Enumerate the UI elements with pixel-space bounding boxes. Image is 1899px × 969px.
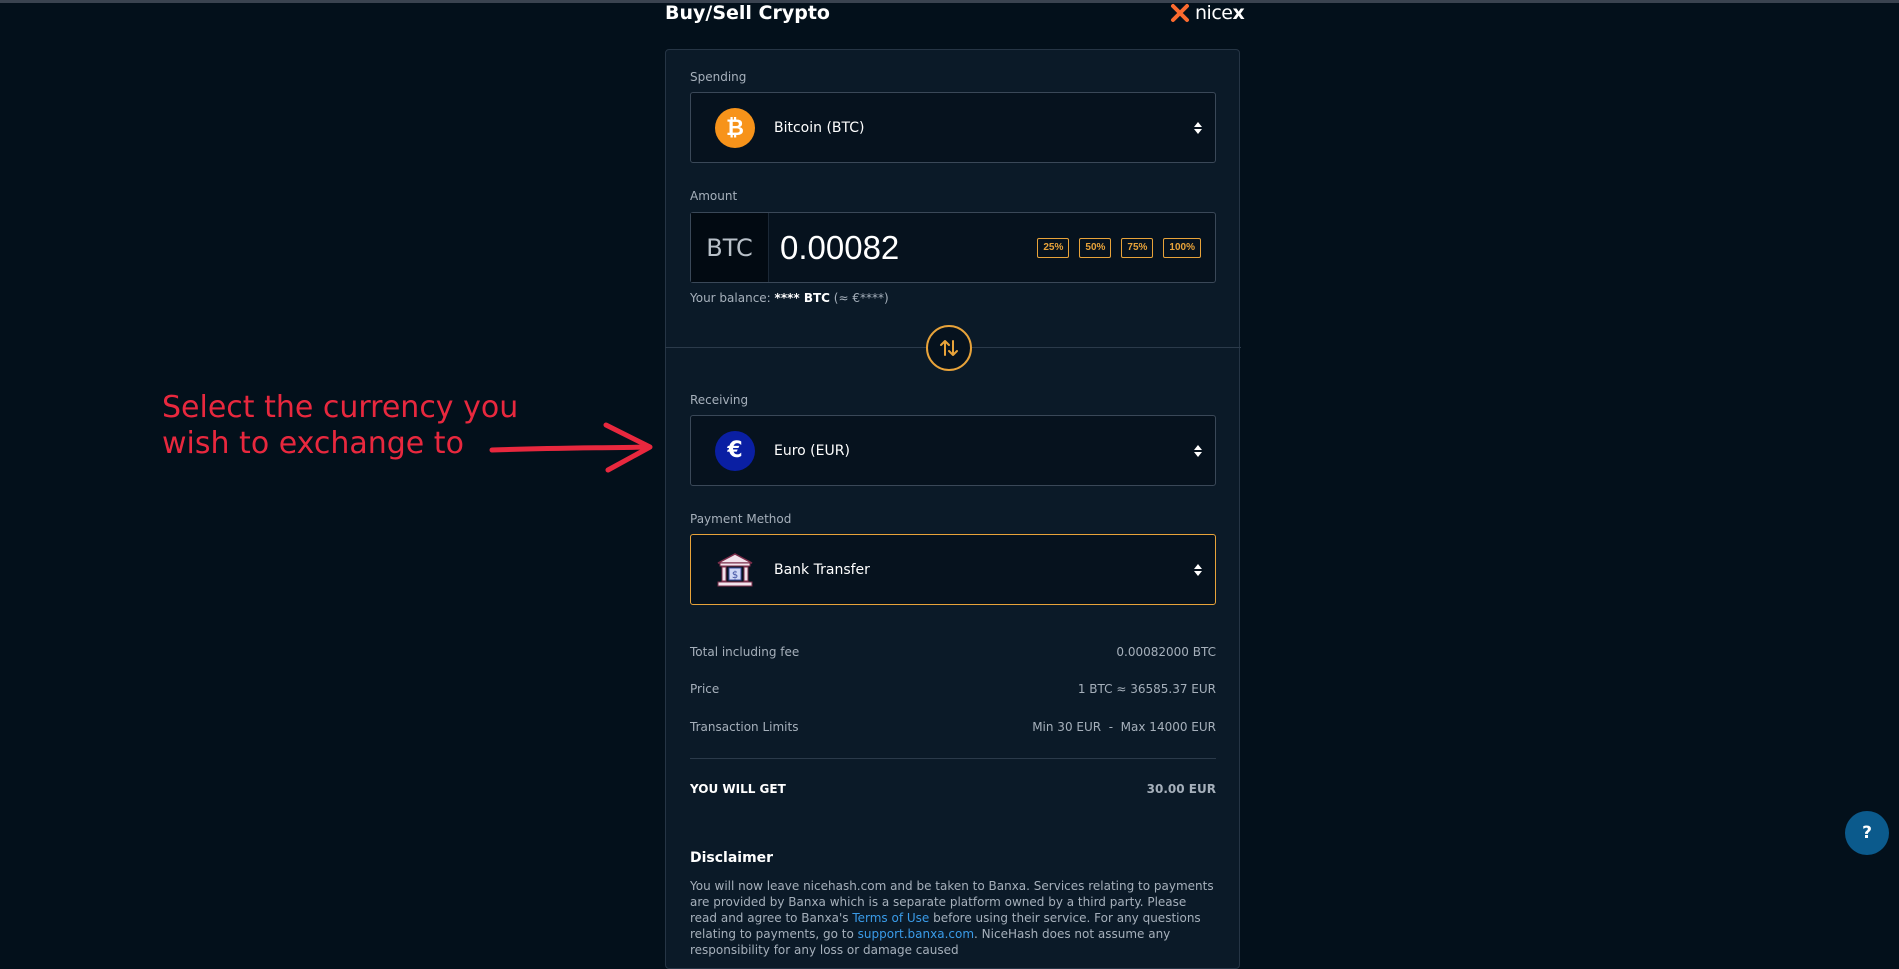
total-value: 0.00082000 BTC	[1116, 645, 1216, 659]
bank-icon: $	[715, 550, 755, 590]
amount-label: Amount	[690, 189, 738, 203]
total-row: Total including fee 0.00082000 BTC	[690, 645, 1216, 659]
get-value: 30.00 EUR	[1146, 782, 1216, 796]
spending-select[interactable]: ₿ Bitcoin (BTC)	[690, 92, 1216, 163]
help-button[interactable]: ?	[1845, 811, 1889, 855]
sort-arrows-icon	[1193, 444, 1203, 457]
receiving-select[interactable]: € Euro (EUR)	[690, 415, 1216, 486]
spending-selected: Bitcoin (BTC)	[774, 119, 865, 136]
limits-value: Min 30 EUR - Max 14000 EUR	[1032, 720, 1216, 734]
sort-arrows-icon	[1193, 563, 1203, 576]
price-value: 1 BTC ≈ 36585.37 EUR	[1077, 682, 1216, 696]
amount-input[interactable]: 0.00082	[780, 229, 1027, 267]
terms-of-use-link[interactable]: Terms of Use	[852, 911, 929, 925]
amount-field[interactable]: BTC 0.00082 25% 50% 75% 100%	[690, 212, 1216, 283]
euro-icon: €	[715, 430, 755, 471]
disclaimer-title: Disclaimer	[690, 850, 774, 866]
price-row: Price 1 BTC ≈ 36585.37 EUR	[690, 682, 1216, 696]
support-banxa-link[interactable]: support.banxa.com	[858, 927, 974, 941]
annotation-text: Select the currency you wish to exchange…	[162, 390, 519, 461]
payment-selected: Bank Transfer	[774, 561, 870, 578]
quick-50-button[interactable]: 50%	[1079, 237, 1112, 258]
quick-100-button[interactable]: 100%	[1163, 237, 1201, 258]
window-top-border	[0, 0, 1899, 3]
brand-name: nicex	[1195, 2, 1245, 24]
brand-logo[interactable]: nicex	[1170, 2, 1245, 24]
amount-currency: BTC	[691, 213, 769, 282]
total-label: Total including fee	[690, 645, 800, 659]
summary-divider	[690, 758, 1216, 759]
svg-text:$: $	[732, 570, 738, 581]
spending-label: Spending	[690, 70, 747, 84]
limits-label: Transaction Limits	[690, 720, 799, 734]
sort-arrows-icon	[1193, 121, 1203, 134]
disclaimer-text: You will now leave nicehash.com and be t…	[690, 879, 1214, 957]
limits-row: Transaction Limits Min 30 EUR - Max 1400…	[690, 720, 1216, 734]
payment-method-select[interactable]: $ Bank Transfer	[690, 534, 1216, 605]
swap-arrows-icon	[940, 340, 958, 356]
page-title: Buy/Sell Crypto	[665, 2, 830, 24]
bitcoin-icon: ₿	[715, 107, 755, 148]
annotation-arrow-icon	[489, 422, 653, 473]
receiving-label: Receiving	[690, 393, 749, 407]
quick-75-button[interactable]: 75%	[1121, 237, 1154, 258]
get-label: YOU WILL GET	[690, 782, 786, 796]
exchange-card	[665, 49, 1240, 969]
swap-button[interactable]	[926, 325, 972, 371]
payment-label: Payment Method	[690, 512, 792, 526]
nicex-x-icon	[1171, 4, 1189, 22]
balance-text: Your balance: **** BTC (≈ €****)	[690, 291, 889, 305]
quick-25-button[interactable]: 25%	[1037, 237, 1070, 258]
price-label: Price	[690, 682, 720, 696]
receiving-selected: Euro (EUR)	[774, 442, 850, 459]
you-will-get-row: YOU WILL GET 30.00 EUR	[690, 782, 1216, 796]
